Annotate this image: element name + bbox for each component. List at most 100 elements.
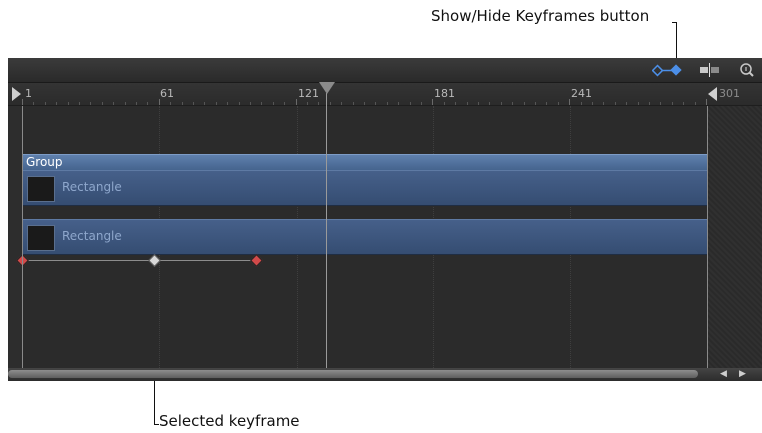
ruler-tick-mark	[170, 102, 171, 105]
show-hide-keyframes-icon	[651, 64, 682, 77]
split-clip-icon	[700, 63, 719, 77]
ruler-tick-mark	[706, 99, 707, 105]
layer-thumbnail	[27, 225, 55, 251]
ruler-tick-mark	[387, 102, 388, 105]
ruler-tick-mark	[182, 102, 183, 105]
ruler-tick-mark	[592, 102, 593, 105]
ruler-tick-mark	[615, 102, 616, 105]
horizontal-scrollbar[interactable]: ◀ ▶	[8, 368, 762, 381]
ruler-tick-mark	[546, 102, 547, 105]
ruler-tick-mark	[284, 102, 285, 105]
ruler-tick-mark	[56, 102, 57, 105]
playhead-handle[interactable]	[319, 82, 335, 94]
ruler-tick-mark	[227, 102, 228, 105]
ruler-tick-mark	[683, 102, 684, 105]
ruler-tick-mark	[353, 102, 354, 105]
timeline-toolbar	[8, 58, 762, 83]
selected-keyframe-callout: Selected keyframe	[159, 412, 300, 430]
ruler-tick-mark	[261, 102, 262, 105]
selected-keyframe-leader-tick	[154, 424, 159, 425]
ruler-tick-mark	[330, 102, 331, 105]
ruler-tick-mark	[204, 102, 205, 105]
zoom-button[interactable]	[736, 61, 758, 79]
ruler-tick-mark	[603, 102, 604, 105]
out-of-range-area	[708, 106, 762, 368]
ruler-tick-mark	[524, 102, 525, 105]
ruler-tick-mark	[375, 102, 376, 105]
split-clip-button[interactable]	[698, 61, 722, 79]
ruler-tick-mark	[296, 99, 297, 105]
timeline-panel: 1 61 121 181 241 301 Group Rectangle Rec…	[8, 58, 762, 381]
ruler-tick: 1	[25, 87, 32, 100]
keyframes-button-callout: Show/Hide Keyframes button	[431, 7, 650, 25]
ruler-tick-mark	[410, 102, 411, 105]
scroll-left-icon[interactable]: ◀	[720, 369, 727, 379]
ruler-tick-mark	[695, 102, 696, 105]
ruler-tick-mark	[467, 102, 468, 105]
ruler-tick-mark	[432, 99, 433, 105]
ruler-tick-mark	[455, 102, 456, 105]
ruler-tick-mark	[478, 102, 479, 105]
ruler-tick-mark	[638, 102, 639, 105]
ruler-tick-mark	[318, 102, 319, 105]
layer-label: Rectangle	[62, 180, 122, 194]
layer-label: Rectangle	[62, 229, 122, 243]
ruler-tick-mark	[501, 102, 502, 105]
timeline-ruler[interactable]: 1 61 121 181 241 301	[8, 83, 762, 106]
ruler-tick-mark	[125, 102, 126, 105]
ruler-tick-mark	[250, 102, 251, 105]
ruler-tick-mark	[364, 102, 365, 105]
ruler-tick-mark	[22, 99, 23, 105]
ruler-tick-mark	[136, 102, 137, 105]
ruler-tick-mark	[193, 102, 194, 105]
ruler-tick-mark	[216, 102, 217, 105]
show-hide-keyframes-button[interactable]	[651, 61, 684, 79]
keyframes-callout-leader-tick	[672, 22, 677, 23]
play-range-end-icon[interactable]	[708, 87, 718, 101]
play-range-end-line	[707, 106, 708, 368]
ruler-tick-mark	[90, 102, 91, 105]
ruler-tick: 121	[298, 87, 319, 100]
ruler-tick-mark	[626, 102, 627, 105]
ruler-tick: 181	[434, 87, 455, 100]
ruler-tick-mark	[273, 102, 274, 105]
ruler-tick: 241	[571, 87, 592, 100]
ruler-tick-mark	[68, 102, 69, 105]
ruler-tick-mark	[159, 99, 160, 105]
ruler-tick-mark	[239, 102, 240, 105]
ruler-tick-mark	[649, 102, 650, 105]
ruler-tick-mark	[341, 102, 342, 105]
playhead-line	[326, 93, 327, 368]
ruler-tick-mark	[512, 102, 513, 105]
scrollbar-thumb[interactable]	[8, 370, 698, 378]
ruler-tick-mark	[569, 99, 570, 105]
ruler-tick-mark	[147, 102, 148, 105]
group-track[interactable]: Group	[22, 154, 708, 170]
group-label: Group	[26, 155, 63, 169]
ruler-tick-mark	[535, 102, 536, 105]
ruler-tick-mark	[581, 102, 582, 105]
ruler-tick-mark	[444, 102, 445, 105]
play-range-start-icon[interactable]	[12, 87, 22, 101]
ruler-tick-mark	[33, 102, 34, 105]
scroll-right-icon[interactable]: ▶	[739, 369, 746, 379]
ruler-tick-mark	[102, 102, 103, 105]
ruler-tick-mark	[489, 102, 490, 105]
layer-track[interactable]: Rectangle	[22, 219, 708, 255]
zoom-icon	[740, 63, 754, 77]
ruler-tick-mark	[398, 102, 399, 105]
ruler-tick-mark	[558, 102, 559, 105]
ruler-tick-mark	[307, 102, 308, 105]
layer-thumbnail	[27, 176, 55, 202]
layer-track[interactable]: Rectangle	[22, 170, 708, 206]
play-range-start-line	[22, 106, 23, 368]
ruler-tick-mark	[79, 102, 80, 105]
keyframe-curve	[22, 260, 258, 261]
ruler-tick-mark	[660, 102, 661, 105]
ruler-tick-mark	[45, 102, 46, 105]
ruler-tick-mark	[113, 102, 114, 105]
ruler-tick: 301	[719, 87, 740, 100]
ruler-tick-mark	[672, 102, 673, 105]
ruler-tick: 61	[160, 87, 174, 100]
ruler-tick-mark	[421, 102, 422, 105]
